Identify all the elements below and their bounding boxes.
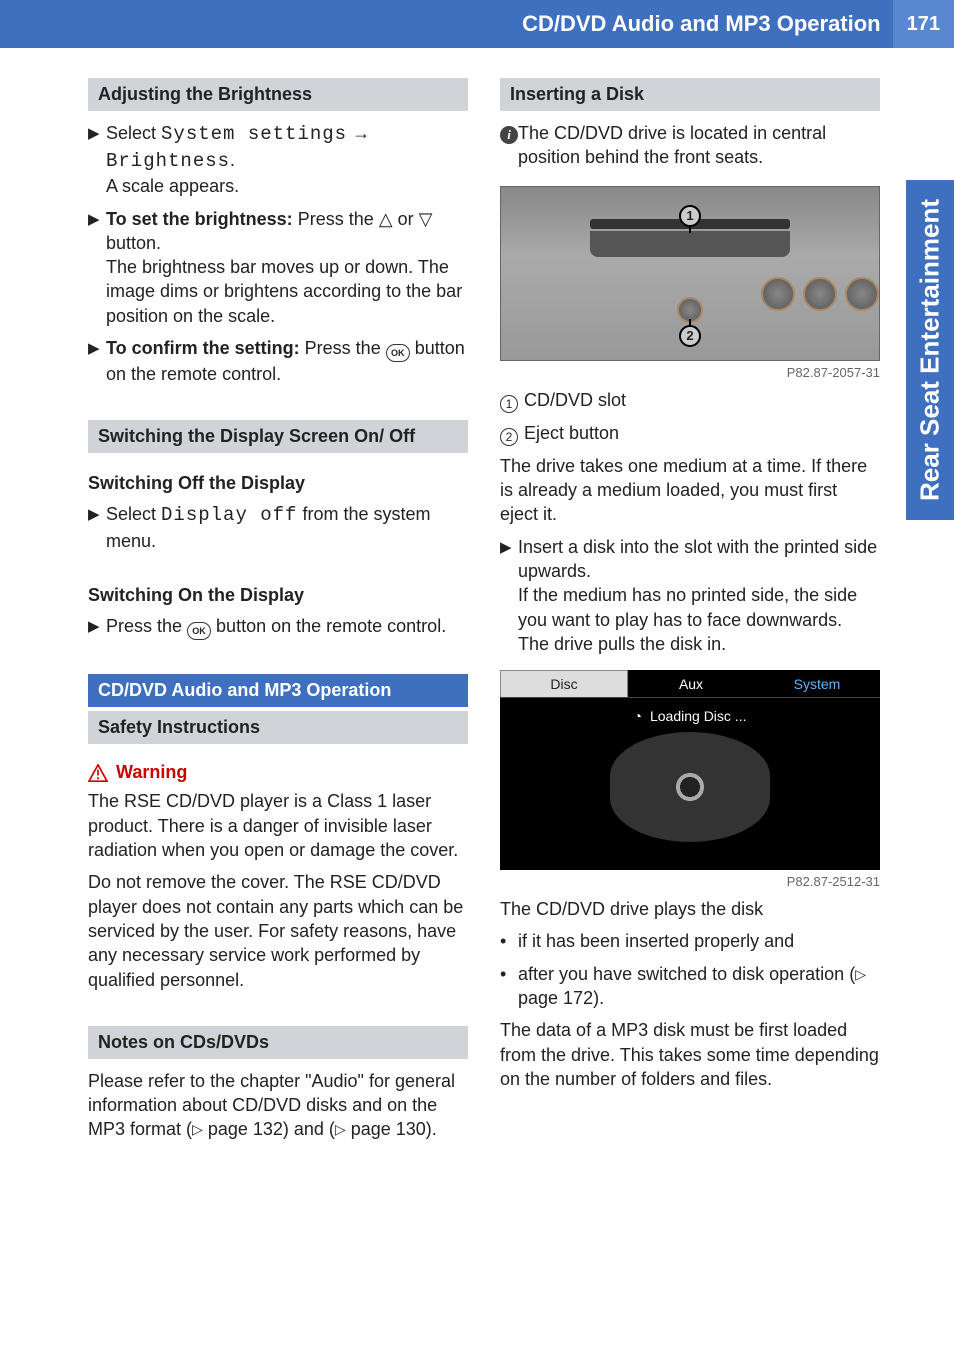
info-note: i The CD/DVD drive is located in central… — [500, 121, 880, 170]
figure-loading-disc-screen: Disc Aux System ◔Loading Disc ... — [500, 670, 880, 870]
disc-graphic — [610, 732, 770, 842]
body-paragraph: The data of a MP3 disk must be first loa… — [500, 1018, 880, 1091]
triangle-bullet-icon: ▶ — [88, 336, 106, 386]
step-item: ▶ To confirm the setting: Press the OK b… — [88, 336, 468, 386]
step-body: Press the OK button on the remote contro… — [106, 614, 468, 640]
step-item: ▶ Press the OK button on the remote cont… — [88, 614, 468, 640]
warning-heading: Warning — [88, 762, 468, 783]
triangle-reference-icon: ▷ — [335, 1121, 346, 1137]
warning-triangle-icon — [88, 764, 108, 782]
step-item: ▶ To set the brightness: Press the △ or … — [88, 207, 468, 328]
step-body: To set the brightness: Press the △ or ▽ … — [106, 207, 468, 328]
heading-cd-dvd-operation: CD/DVD Audio and MP3 Operation — [88, 674, 468, 707]
triangle-reference-icon: ▷ — [192, 1121, 203, 1137]
subheading-switching-off: Switching Off the Display — [88, 473, 468, 494]
warning-paragraph: The RSE CD/DVD player is a Class 1 laser… — [88, 789, 468, 862]
callout-2: 2 — [679, 325, 701, 347]
body-paragraph: The CD/DVD drive plays the disk — [500, 897, 880, 921]
list-item: • if it has been inserted properly and — [500, 929, 880, 953]
body-paragraph: The drive takes one medium at a time. If… — [500, 454, 880, 527]
figure-id: P82.87-2512-31 — [500, 874, 880, 889]
loading-disc-label: ◔Loading Disc ... — [500, 698, 880, 728]
header-title: CD/DVD Audio and MP3 Operation — [522, 11, 893, 37]
callout-1: 1 — [679, 205, 701, 227]
triangle-bullet-icon: ▶ — [88, 614, 106, 640]
heading-adjusting-brightness: Adjusting the Brightness — [88, 78, 468, 111]
step-body: Select System settings → Brightness. A s… — [106, 121, 468, 199]
list-item: • after you have switched to disk operat… — [500, 962, 880, 1011]
disc-spinner-icon: ◔ — [634, 708, 642, 724]
figure-id: P82.87-2057-31 — [500, 365, 880, 380]
figure-legend: 2Eject button — [500, 421, 880, 446]
notes-paragraph: Please refer to the chapter "Audio" for … — [88, 1069, 468, 1142]
list-body: if it has been inserted properly and — [518, 929, 880, 953]
triangle-bullet-icon: ▶ — [88, 502, 106, 553]
ok-button-icon: OK — [187, 622, 211, 640]
circled-2-icon: 2 — [500, 428, 518, 446]
triangle-bullet-icon: ▶ — [88, 121, 106, 199]
warning-paragraph: Do not remove the cover. The RSE CD/DVD … — [88, 870, 468, 991]
ok-button-icon: OK — [386, 344, 410, 362]
info-text: The CD/DVD drive is located in central p… — [518, 121, 880, 170]
heading-switching-display: Switching the Display Screen On/ Off — [88, 420, 468, 453]
bullet-dot-icon: • — [500, 962, 518, 1011]
right-column: Inserting a Disk i The CD/DVD drive is l… — [500, 78, 880, 1150]
step-item: ▶ Insert a disk into the slot with the p… — [500, 535, 880, 656]
info-icon: i — [500, 126, 518, 144]
heading-notes-cds-dvds: Notes on CDs/DVDs — [88, 1026, 468, 1059]
heading-inserting-disk: Inserting a Disk — [500, 78, 880, 111]
heading-safety-instructions: Safety Instructions — [88, 711, 468, 744]
left-column: Adjusting the Brightness ▶ Select System… — [88, 78, 468, 1150]
list-body: after you have switched to disk operatio… — [518, 962, 880, 1011]
page-header: CD/DVD Audio and MP3 Operation 171 — [0, 0, 954, 48]
step-body: Insert a disk into the slot with the pri… — [518, 535, 880, 656]
info-icon-wrap: i — [500, 121, 518, 170]
triangle-reference-icon: ▷ — [855, 966, 866, 982]
triangle-bullet-icon: ▶ — [88, 207, 106, 328]
step-body: Select Display off from the system menu. — [106, 502, 468, 553]
triangle-bullet-icon: ▶ — [500, 535, 518, 656]
subheading-switching-on: Switching On the Display — [88, 585, 468, 606]
screen-tab-system: System — [754, 670, 880, 697]
bullet-dot-icon: • — [500, 929, 518, 953]
screen-tab-aux: Aux — [628, 670, 754, 697]
figure-cd-dvd-drive: 1 2 — [500, 186, 880, 361]
warning-label: Warning — [116, 762, 187, 783]
step-item: ▶ Select Display off from the system men… — [88, 502, 468, 553]
figure-legend: 1CD/DVD slot — [500, 388, 880, 413]
page-number: 171 — [893, 0, 954, 48]
section-thumb-tab: Rear Seat Entertainment — [906, 180, 954, 520]
circled-1-icon: 1 — [500, 395, 518, 413]
step-item: ▶ Select System settings → Brightness. A… — [88, 121, 468, 199]
step-body: To confirm the setting: Press the OK but… — [106, 336, 468, 386]
screen-tab-disc: Disc — [500, 670, 628, 697]
